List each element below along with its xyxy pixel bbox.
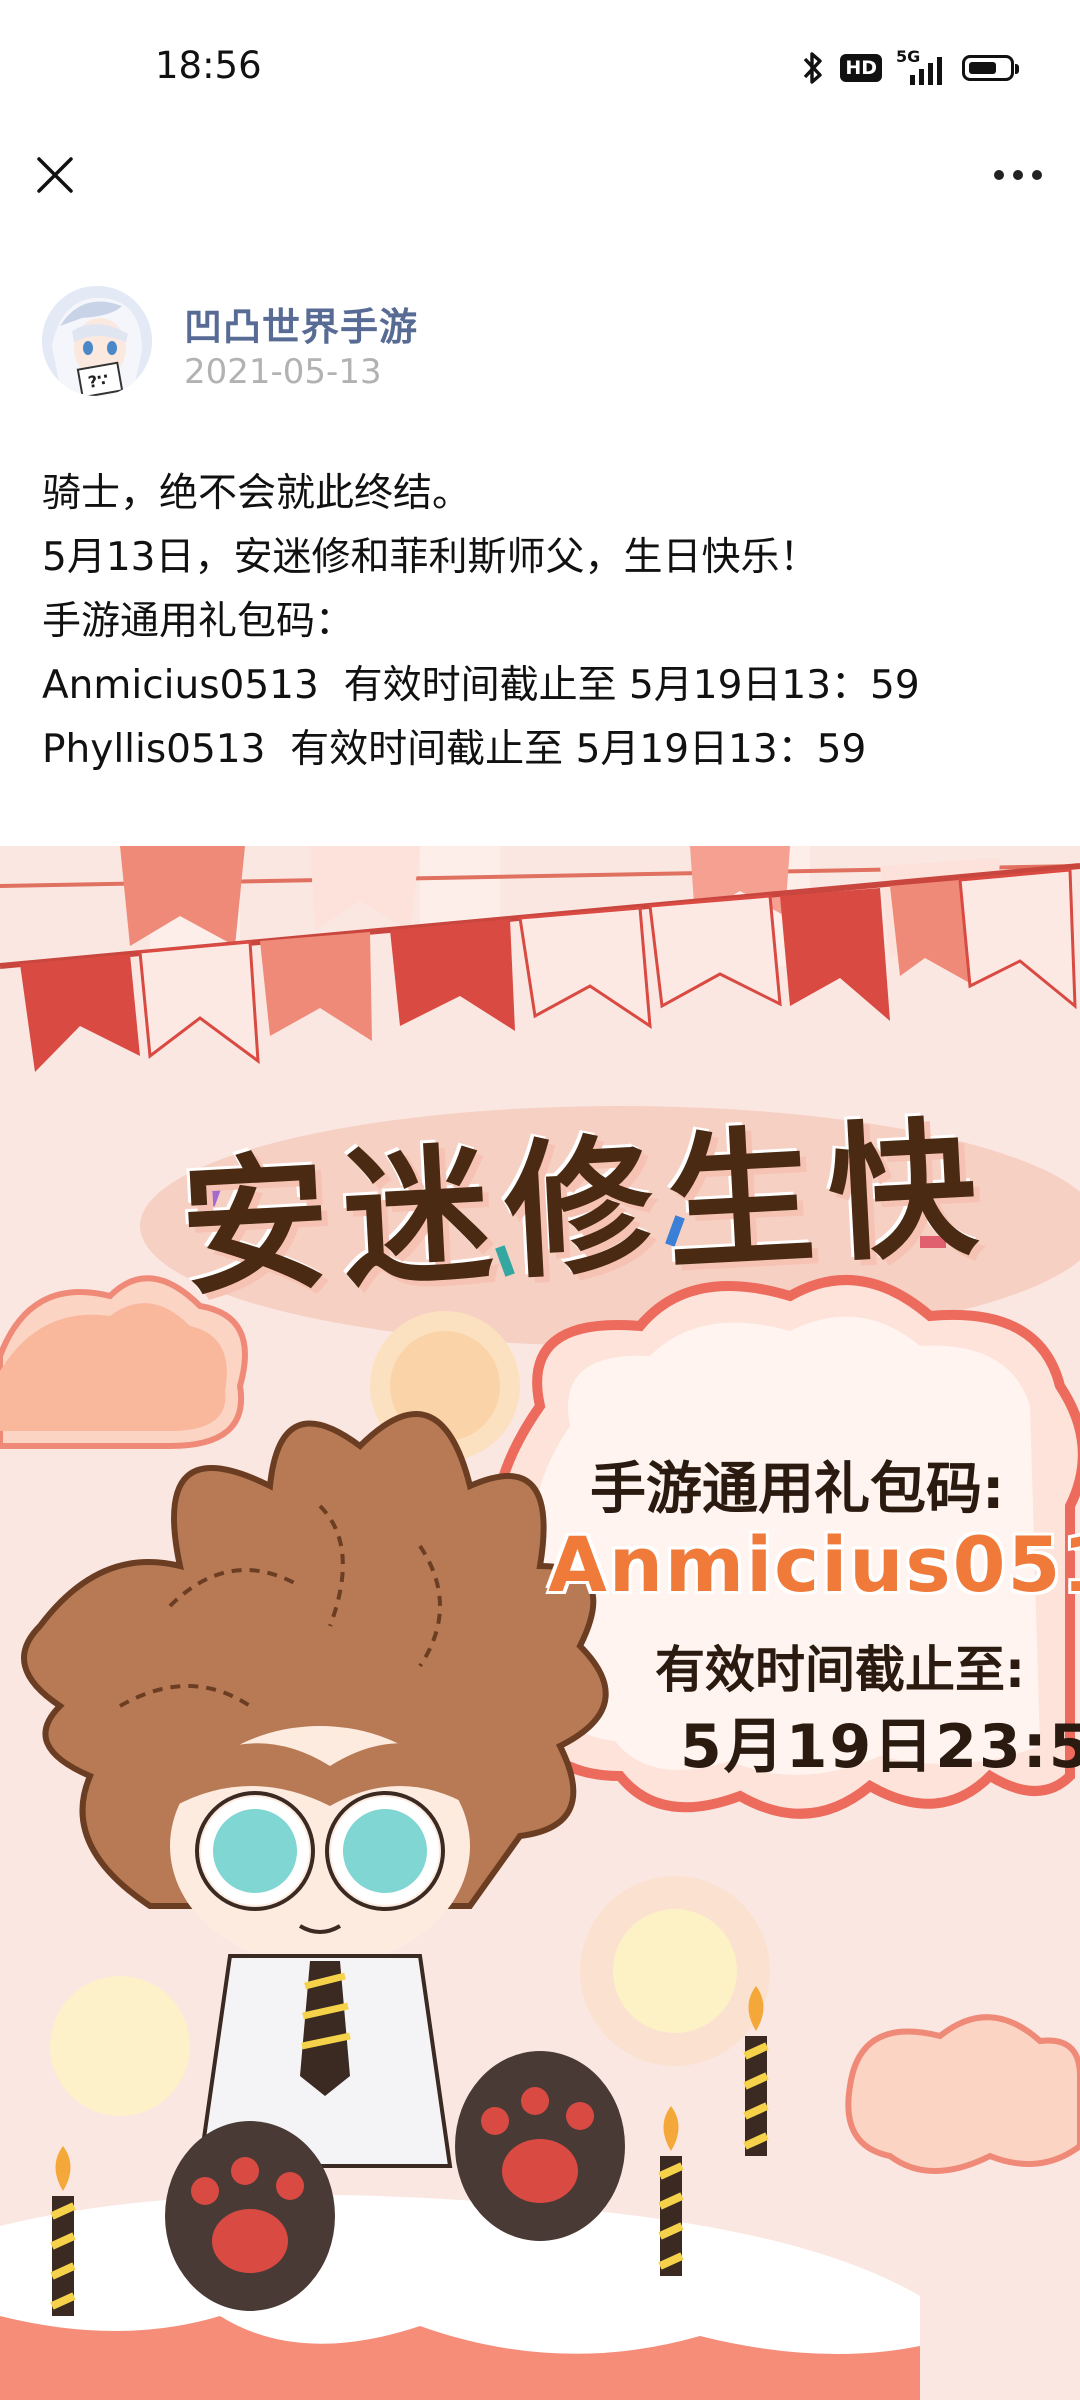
bluetooth-icon bbox=[804, 52, 823, 84]
poster-title: 安迷修生快 bbox=[176, 1101, 995, 1317]
svg-text:?∵: ?∵ bbox=[87, 370, 110, 392]
poster-code-value: Anmicius0513 bbox=[548, 1520, 1080, 1609]
avatar-image: ?∵ bbox=[42, 286, 152, 396]
battery-icon bbox=[962, 55, 1019, 81]
birthday-poster-image[interactable]: 安迷修生快 手游通用礼包码: Anmicius0513 有效时间截止至: 5月1… bbox=[0, 846, 1080, 2400]
post-line: Anmicius0513 有效时间截止至 5月19日13：59 bbox=[42, 663, 920, 708]
poster-deadline: 5月19日23:59 bbox=[680, 1712, 1080, 1782]
more-icon bbox=[994, 170, 1004, 180]
author-name[interactable]: 凹凸世界手游 bbox=[184, 296, 418, 351]
poster-valid-label: 有效时间截止至: bbox=[655, 1641, 1025, 1699]
close-icon bbox=[37, 157, 73, 193]
post-line: 骑士，绝不会就此终结。 bbox=[42, 471, 472, 516]
status-bar: 18:56 HD 5G bbox=[0, 0, 1080, 140]
close-button[interactable] bbox=[28, 148, 82, 202]
author-avatar[interactable]: ?∵ bbox=[42, 286, 152, 396]
post-line: 5月13日，安迷修和菲利斯师父，生日快乐！ bbox=[42, 535, 819, 580]
post-line: Phyllis0513 有效时间截止至 5月19日13：59 bbox=[42, 727, 867, 772]
post-body: 骑士，绝不会就此终结。 5月13日，安迷修和菲利斯师父，生日快乐！ 手游通用礼包… bbox=[42, 462, 1042, 782]
signal-icon: 5G bbox=[896, 47, 948, 87]
more-button[interactable] bbox=[982, 150, 1054, 200]
post-date: 2021-05-13 bbox=[184, 352, 382, 392]
poster-code-label: 手游通用礼包码: bbox=[590, 1457, 1005, 1522]
status-icons: HD 5G bbox=[800, 47, 1019, 88]
hd-badge: HD bbox=[840, 54, 882, 82]
status-time: 18:56 bbox=[155, 44, 262, 87]
post-line: 手游通用礼包码： bbox=[42, 599, 355, 644]
